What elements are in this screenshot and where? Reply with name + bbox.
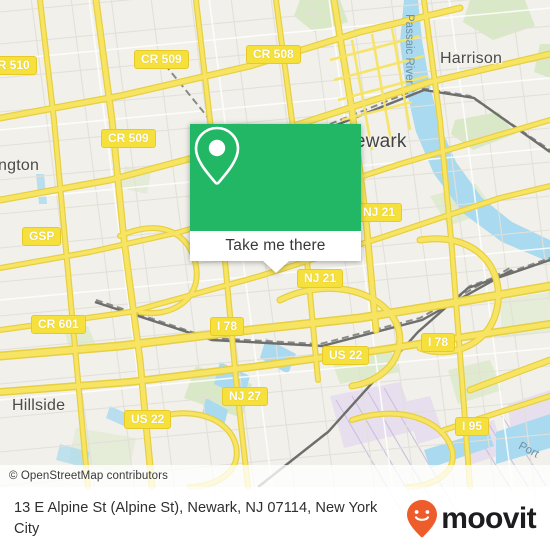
road-shield: CR 510 <box>0 56 37 75</box>
road-shield: US 22 <box>124 410 172 429</box>
osm-attribution-text: © OpenStreetMap contributors <box>9 470 168 482</box>
road-shield: NJ 27 <box>222 387 269 406</box>
road-shield: CR 508 <box>246 45 301 64</box>
moovit-wordmark: moovit <box>441 501 536 535</box>
road-shield: I 78 <box>210 317 245 336</box>
road-shield: NJ 21 <box>356 203 403 222</box>
map-canvas[interactable]: CR 510 CR 509 CR 508 CR 509 GSP NJ 21 NJ… <box>0 0 550 487</box>
road-shield: NJ 21 <box>297 269 344 288</box>
road-shield: GSP <box>22 227 62 246</box>
water-label-passaic-river: Passaic River <box>403 14 415 85</box>
place-label-irvington: ngton <box>0 157 40 174</box>
map-pin-icon <box>194 126 240 185</box>
road-shield: US 22 <box>322 346 370 365</box>
address-text: 13 E Alpine St (Alpine St), Newark, NJ 0… <box>14 499 378 537</box>
moovit-smiling-pin-icon <box>407 499 438 537</box>
take-me-there-label: Take me there <box>225 237 326 254</box>
road-shield: CR 509 <box>134 50 189 69</box>
take-me-there-button[interactable]: Take me there <box>190 231 361 261</box>
road-shield: CR 601 <box>31 315 86 334</box>
map-attribution-bar: © OpenStreetMap contributors <box>0 465 550 487</box>
popup-image-area <box>190 124 361 231</box>
location-popup[interactable]: Take me there <box>190 124 361 273</box>
place-label-hillside: Hillside <box>12 397 66 414</box>
road-shield: I 95 <box>455 417 490 436</box>
footer-bar: 13 E Alpine St (Alpine St), Newark, NJ 0… <box>0 487 550 550</box>
moovit-logo: moovit <box>405 499 537 539</box>
popup-tail <box>262 261 289 273</box>
road-shield: I 78 <box>421 333 456 352</box>
place-label-harrison: Harrison <box>440 50 503 67</box>
screenshot-root: CR 510 CR 509 CR 508 CR 509 GSP NJ 21 NJ… <box>0 0 550 550</box>
road-shield: CR 509 <box>101 129 156 148</box>
